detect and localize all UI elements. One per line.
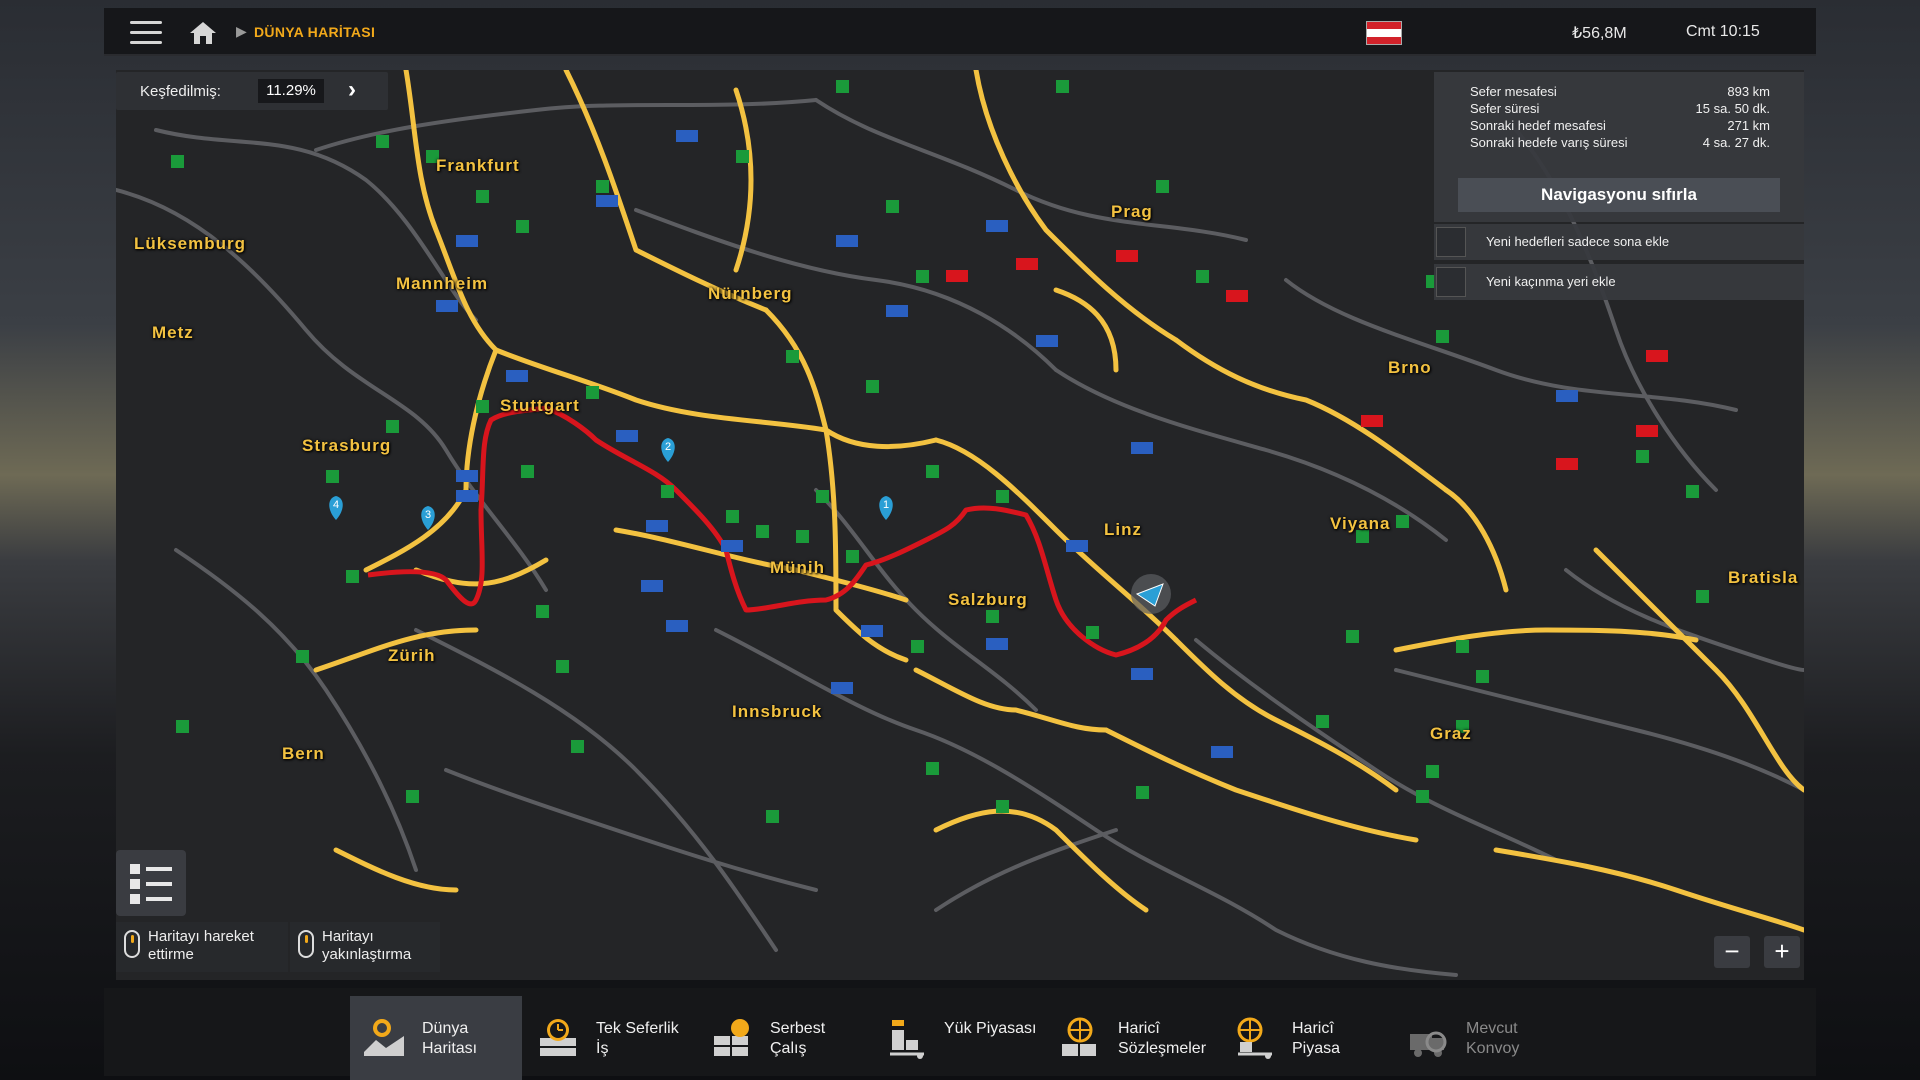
explored-label: Keşfedilmiş: [140, 83, 221, 100]
breadcrumb-chevron-icon: ▶ [236, 23, 247, 39]
hint-text: Haritayı yakınlaştırma [322, 928, 412, 963]
game-clock: Cmt 10:15 [1686, 23, 1760, 40]
city-label[interactable]: Bratisla [1728, 568, 1798, 588]
tab-freelance[interactable]: Serbest Çalış [698, 996, 870, 1080]
svg-text:4: 4 [333, 499, 339, 511]
checkbox[interactable] [1436, 227, 1466, 257]
tab-label: Dünya Haritası [422, 1020, 478, 1057]
mouse-wheel-icon [298, 930, 314, 958]
hint-text: Haritayı hareket ettirme [148, 928, 254, 963]
world-map-icon [364, 1019, 404, 1056]
route-info-label: Sonraki hedef mesafesi [1470, 118, 1606, 133]
hamburger-menu-icon[interactable] [130, 21, 162, 45]
route-info-label: Sonraki hedefe varış süresi [1470, 135, 1628, 150]
tab-world-map[interactable]: Dünya Haritası [350, 996, 522, 1080]
city-label[interactable]: Bern [282, 744, 325, 764]
external-market-icon [1237, 1017, 1272, 1059]
option-add-avoid-point[interactable]: Yeni kaçınma yeri ekle [1434, 264, 1804, 300]
top-bar: ▶ DÜNYA HARİTASI ₺56,8M Cmt 10:15 [104, 8, 1816, 56]
bottom-tab-bar: Dünya Haritası Tek Seferlik İş Serbest Ç… [104, 988, 1816, 1080]
route-info-value: 893 km [1727, 84, 1770, 99]
tab-label: Haricî Piyasa [1292, 1020, 1341, 1057]
svg-text:2: 2 [665, 441, 671, 453]
tab-cargo-market[interactable]: Yük Piyasası [872, 996, 1044, 1080]
tab-external-market[interactable]: Haricî Piyasa [1220, 996, 1392, 1080]
single-job-icon [540, 1019, 576, 1056]
route-info-panel: Sefer mesafesi 893 km Sefer süresi 15 sa… [1434, 72, 1804, 222]
option-append-destinations[interactable]: Yeni hedefleri sadece sona ekle [1434, 224, 1804, 260]
tab-label: Haricî Sözleşmeler [1118, 1020, 1207, 1057]
external-contracts-icon [1062, 1017, 1096, 1056]
map-legend-button[interactable] [116, 850, 186, 916]
cargo-market-icon [890, 1020, 924, 1059]
tab-label: Tek Seferlik İş [596, 1020, 679, 1057]
convoy-icon [1410, 1031, 1447, 1057]
zoom-in-button[interactable]: + [1764, 936, 1800, 968]
country-flag-icon [1366, 21, 1402, 45]
city-label[interactable]: Prag [1111, 202, 1153, 222]
city-label[interactable]: Lüksemburg [134, 234, 246, 254]
option-label: Yeni hedefleri sadece sona ekle [1486, 234, 1670, 249]
city-label[interactable]: Brno [1388, 358, 1432, 378]
legend-list-icon [130, 864, 172, 904]
reset-navigation-button[interactable]: Navigasyonu sıfırla [1458, 178, 1780, 212]
explored-indicator: Keşfedilmiş: 11.29% › [116, 72, 388, 110]
svg-text:1: 1 [883, 499, 889, 511]
money-display: ₺56,8M [1572, 25, 1627, 42]
zoom-out-button[interactable]: − [1714, 936, 1750, 968]
svg-text:3: 3 [425, 509, 431, 521]
chevron-right-icon[interactable]: › [348, 76, 356, 104]
hint-zoom-map: Haritayı yakınlaştırma [290, 922, 440, 972]
city-label[interactable]: Münih [770, 558, 825, 578]
option-label: Yeni kaçınma yeri ekle [1486, 274, 1616, 289]
tab-label: Mevcut Konvoy [1466, 1020, 1520, 1057]
city-label[interactable]: Salzburg [948, 590, 1028, 610]
city-label[interactable]: Frankfurt [436, 156, 520, 176]
active-route-line [367, 405, 1198, 658]
freelance-icon [714, 1019, 749, 1056]
city-label[interactable]: Stuttgart [500, 396, 580, 416]
city-label[interactable]: Strasburg [302, 436, 391, 456]
city-label[interactable]: Mannheim [396, 274, 488, 294]
explored-value: 11.29% [258, 79, 324, 103]
world-map-window: ▶ DÜNYA HARİTASI ₺56,8M Cmt 10:15 1 2 3 … [104, 8, 1816, 1080]
city-label[interactable]: Nürnberg [708, 284, 793, 304]
mouse-left-icon [124, 930, 140, 958]
city-label[interactable]: Graz [1430, 724, 1472, 744]
tab-convoy[interactable]: Mevcut Konvoy [1394, 996, 1566, 1080]
route-info-value: 15 sa. 50 dk. [1695, 101, 1770, 116]
player-truck-icon [1131, 574, 1171, 614]
tab-external-contracts[interactable]: Haricî Sözleşmeler [1046, 996, 1218, 1080]
city-label[interactable]: Zürih [388, 646, 436, 666]
tab-label: Yük Piyasası [944, 1020, 1037, 1037]
city-label[interactable]: Metz [152, 323, 194, 343]
city-label[interactable]: Viyana [1330, 514, 1391, 534]
breadcrumb: DÜNYA HARİTASI [254, 24, 376, 40]
route-info-label: Sefer mesafesi [1470, 84, 1557, 99]
home-icon[interactable] [188, 20, 218, 46]
tab-single-job[interactable]: Tek Seferlik İş [524, 996, 696, 1080]
tab-label: Serbest Çalış [770, 1020, 826, 1057]
city-label[interactable]: Linz [1104, 520, 1142, 540]
checkbox[interactable] [1436, 267, 1466, 297]
route-info-label: Sefer süresi [1470, 101, 1540, 116]
hint-move-map: Haritayı hareket ettirme [116, 922, 288, 972]
route-info-value: 4 sa. 27 dk. [1702, 135, 1770, 150]
route-info-value: 271 km [1727, 118, 1770, 133]
city-label[interactable]: Innsbruck [732, 702, 822, 722]
